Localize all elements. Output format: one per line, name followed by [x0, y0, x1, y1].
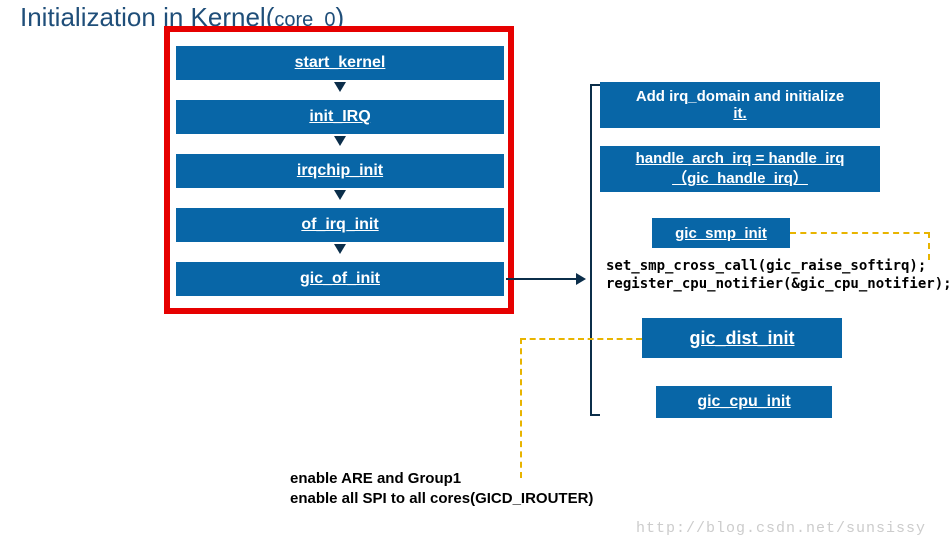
- box-gic-cpu-init: gic_cpu_init: [656, 386, 832, 418]
- flow-start-kernel: start_kernel: [176, 46, 504, 80]
- arrow-down-icon: [334, 136, 346, 146]
- flow-label: gic_of_init: [300, 270, 380, 288]
- flow-label: irqchip_init: [297, 162, 383, 180]
- text-line: it.: [733, 105, 746, 122]
- arrow-down-icon: [334, 190, 346, 200]
- box-handle-arch-irq: handle_arch_irq = handle_irq （gic_handle…: [600, 146, 880, 192]
- note-enable-are: enable ARE and Group1: [290, 470, 461, 487]
- flow-irqchip-init: irqchip_init: [176, 154, 504, 188]
- flow-label: start_kernel: [295, 54, 386, 72]
- brace-cap: [590, 84, 600, 86]
- text-line: Add irq_domain and initialize: [636, 88, 844, 105]
- box-add-irq-domain: Add irq_domain and initialize it.: [600, 82, 880, 128]
- box-gic-dist-init: gic_dist_init: [642, 318, 842, 358]
- flow-label: init_IRQ: [309, 108, 370, 126]
- dotted-connector: [790, 232, 930, 260]
- code-set-smp-cross-call: set_smp_cross_call(gic_raise_softirq);: [606, 258, 926, 274]
- text-line: gic_dist_init: [689, 328, 794, 349]
- arrow-down-icon: [334, 244, 346, 254]
- flow-init-irq: init_IRQ: [176, 100, 504, 134]
- text-line: gic_cpu_init: [697, 393, 790, 411]
- code-register-cpu-notifier: register_cpu_notifier(&gic_cpu_notifier)…: [606, 276, 952, 292]
- arrow-down-icon: [334, 82, 346, 92]
- box-gic-smp-init: gic_smp_init: [652, 218, 790, 248]
- text-line: gic_smp_init: [675, 225, 767, 242]
- text-line: handle_arch_irq = handle_irq: [636, 150, 845, 167]
- text-line: （gic_handle_irq）: [672, 167, 808, 188]
- dotted-connector: [520, 338, 642, 478]
- flow-gic-of-init: gic_of_init: [176, 262, 504, 296]
- arrow-right-icon: [576, 273, 586, 285]
- flow-label: of_irq_init: [301, 216, 378, 234]
- note-enable-spi: enable all SPI to all cores(GICD_IROUTER…: [290, 490, 593, 507]
- arrow-line: [506, 278, 576, 280]
- flow-of-irq-init: of_irq_init: [176, 208, 504, 242]
- watermark: http://blog.csdn.net/sunsissy: [636, 520, 926, 537]
